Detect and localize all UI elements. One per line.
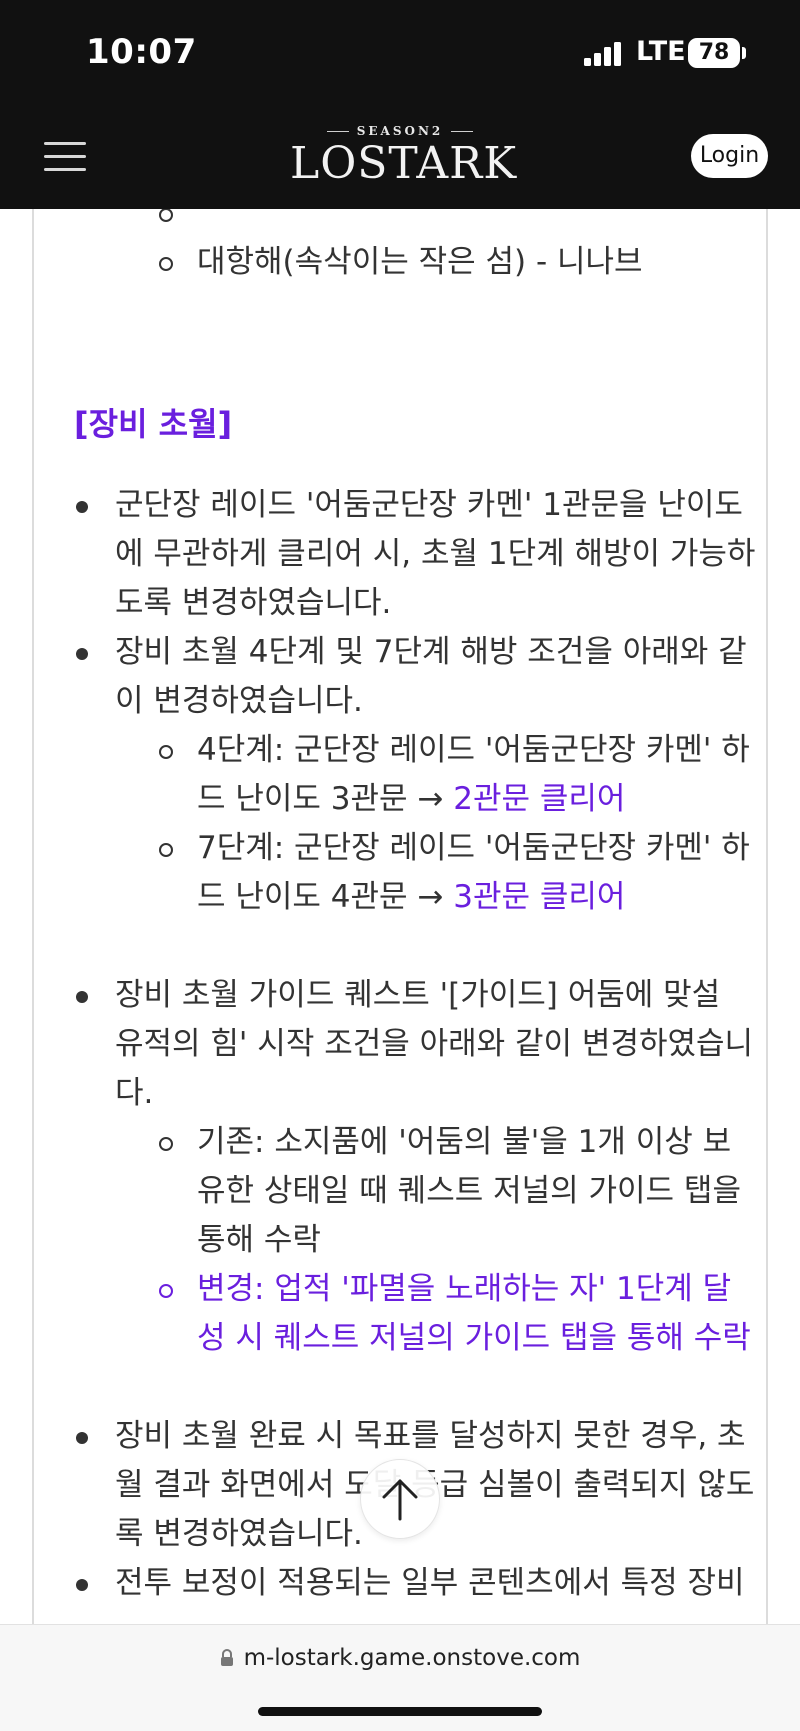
- article-content: 대항해(속삭이는 작은 섬) - 니나브 [장비 초월] 군단장 레이드 '어둠…: [32, 209, 768, 1624]
- login-button[interactable]: Login: [691, 134, 768, 178]
- list-item-partial: 전투 보정이 적용되는 일부 콘텐츠에서 특정 장비: [74, 1559, 758, 1608]
- hamburger-menu-icon[interactable]: [44, 141, 86, 173]
- sub-list: 4단계: 군단장 레이드 '어둠군단장 카멘' 하드 난이도 3관문 → 2관문…: [157, 726, 758, 922]
- section-title: [장비 초월]: [74, 405, 233, 443]
- lostark-logo[interactable]: SEASON2 LOSTARK: [290, 118, 518, 196]
- patch-note-list: 군단장 레이드 '어둠군단장 카멘' 1관문을 난이도에 무관하게 클리어 시,…: [74, 481, 758, 1608]
- list-item-tier1-unlock: 군단장 레이드 '어둠군단장 카멘' 1관문을 난이도에 무관하게 클리어 시,…: [74, 481, 758, 628]
- list-item: 대항해(속삭이는 작은 섬) - 니나브: [157, 238, 758, 287]
- arrow-up-icon: [382, 1479, 418, 1521]
- sub-list-item: 기존: 소지품에 '어둠의 불'을 1개 이상 보유한 상태일 때 퀘스트 저널…: [157, 1118, 758, 1265]
- list-item-text: 장비 초월 가이드 퀘스트 '[가이드] 어둠에 맞설 유적의 힘' 시작 조건…: [115, 977, 754, 1111]
- battery-level: 78: [698, 40, 730, 65]
- battery-tip: [742, 47, 746, 59]
- battery-icon: 78: [688, 38, 740, 68]
- home-indicator: [258, 1707, 542, 1716]
- list-item-text: 장비 초월 4단계 및 7단계 해방 조건을 아래와 같이 변경하였습니다.: [115, 634, 747, 719]
- sub-list-item-changed: 변경: 업적 '파멸을 노래하는 자' 1단계 달성 시 퀘스트 저널의 가이드…: [157, 1265, 758, 1363]
- lock-icon: [220, 1649, 233, 1666]
- article-body: 대항해(속삭이는 작은 섬) - 니나브 [장비 초월] 군단장 레이드 '어둠…: [34, 209, 766, 1608]
- sub-list-item: 7단계: 군단장 레이드 '어둠군단장 카멘' 하드 난이도 4관문 → 3관문…: [157, 824, 758, 922]
- list-item-tier-conditions: 장비 초월 4단계 및 7단계 해방 조건을 아래와 같이 변경하였습니다. 4…: [74, 628, 758, 922]
- logo-season-text: SEASON2: [290, 124, 510, 138]
- page: 대항해(속삭이는 작은 섬) - 니나브 [장비 초월] 군단장 레이드 '어둠…: [0, 0, 800, 1731]
- highlight-text: 3관문 클리어: [453, 879, 626, 915]
- url-text: m-lostark.game.onstove.com: [243, 1645, 581, 1671]
- scroll-top-button[interactable]: [360, 1459, 440, 1539]
- site-header: SEASON2 LOSTARK Login: [0, 104, 800, 209]
- list-item-partial: [157, 209, 758, 238]
- signal-icon: [584, 42, 621, 66]
- lead-sub-list: 대항해(속삭이는 작은 섬) - 니나브: [157, 209, 758, 287]
- list-item-guide-quest: 장비 초월 가이드 퀘스트 '[가이드] 어둠에 맞설 유적의 힘' 시작 조건…: [74, 971, 758, 1363]
- network-label: LTE: [636, 36, 686, 67]
- url-display[interactable]: m-lostark.game.onstove.com: [0, 1645, 800, 1671]
- highlight-text: 2관문 클리어: [453, 781, 626, 817]
- status-bar: 10:07 LTE 78: [0, 0, 800, 104]
- browser-url-bar: m-lostark.game.onstove.com: [0, 1624, 800, 1731]
- clock-time: 10:07: [86, 32, 197, 72]
- logo-wordmark: LOSTARK: [290, 138, 518, 189]
- sub-list-item: 4단계: 군단장 레이드 '어둠군단장 카멘' 하드 난이도 3관문 → 2관문…: [157, 726, 758, 824]
- sub-list: 기존: 소지품에 '어둠의 불'을 1개 이상 보유한 상태일 때 퀘스트 저널…: [157, 1118, 758, 1363]
